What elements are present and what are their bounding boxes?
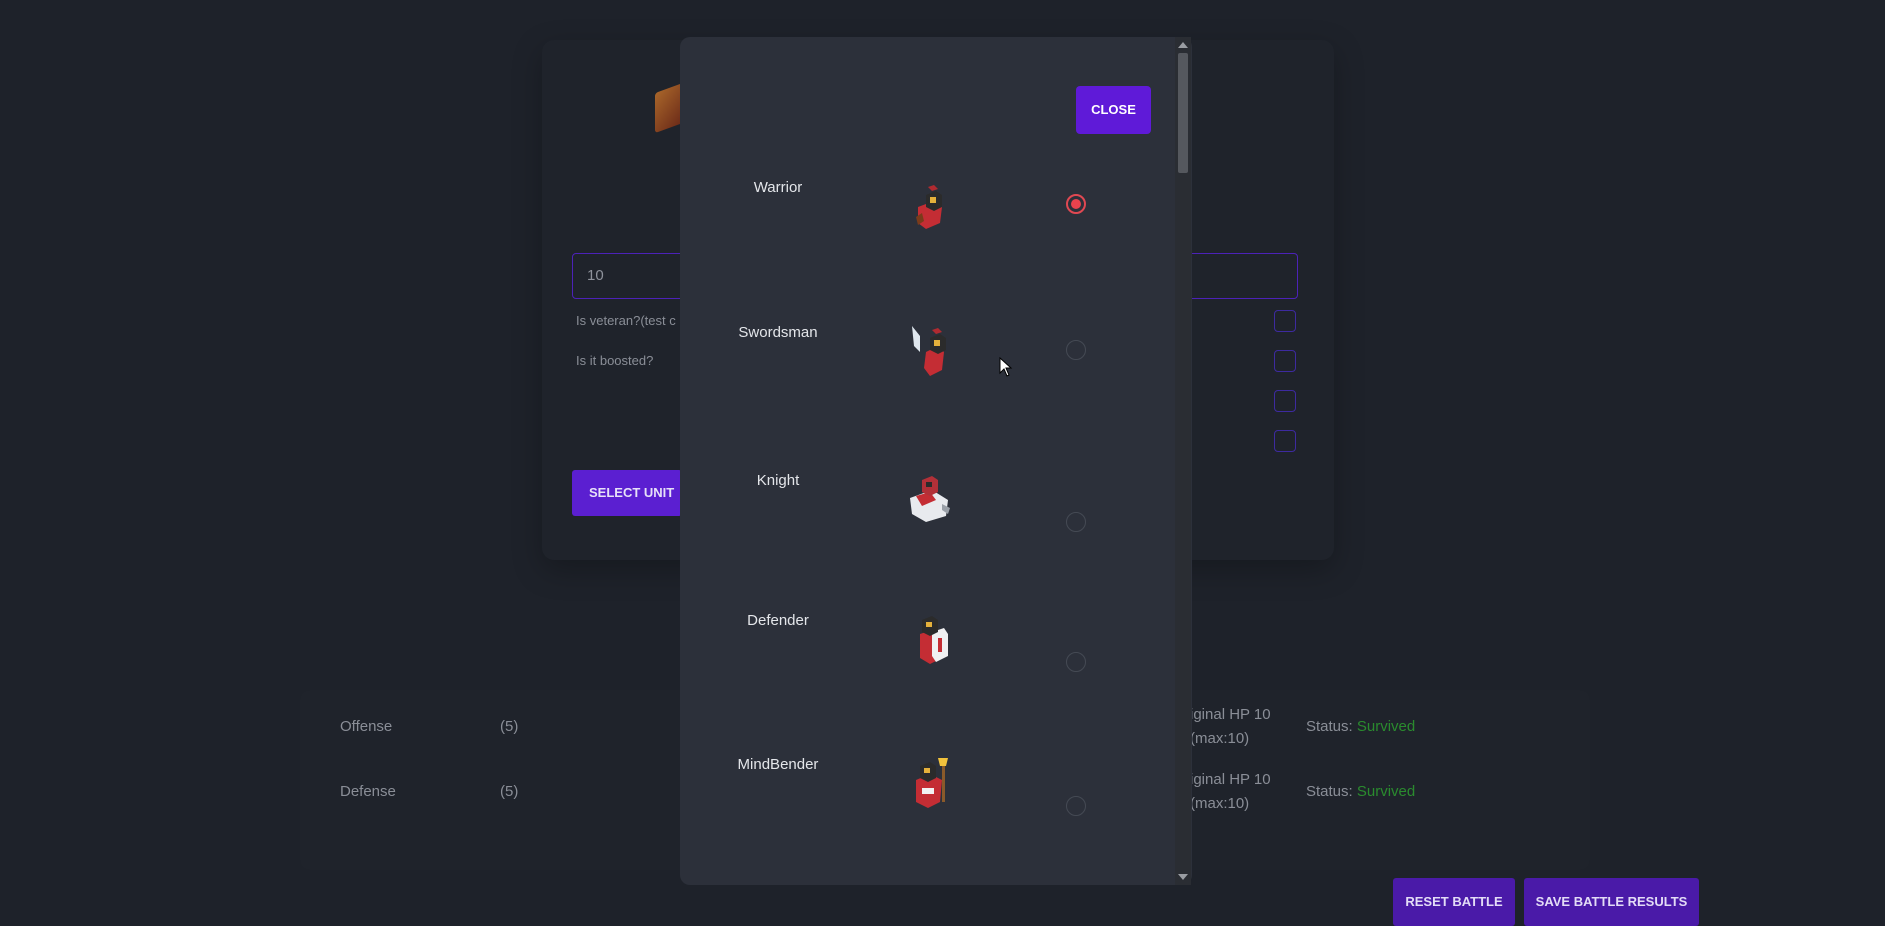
scroll-up-arrow-icon[interactable] xyxy=(1178,42,1188,48)
save-battle-results-button[interactable]: SAVE BATTLE RESULTS xyxy=(1524,878,1699,926)
knight-icon xyxy=(910,476,950,522)
unit-name: MindBender xyxy=(737,756,819,773)
unit-radio-warrior[interactable] xyxy=(1066,194,1086,214)
unit-option-swordsman[interactable]: Swordsman xyxy=(680,322,1170,442)
defense-status: Status: Survived xyxy=(1306,783,1415,800)
offense-count: (5) xyxy=(500,718,519,735)
offense-label: Offense xyxy=(340,718,393,735)
defense-label: Defense xyxy=(340,783,396,800)
veteran-label: Is veteran?(test c xyxy=(576,313,676,328)
option-checkbox-3[interactable] xyxy=(1274,390,1296,412)
boosted-label: Is it boosted? xyxy=(576,353,654,368)
status-value: Survived xyxy=(1356,718,1416,735)
status-prefix: Status: xyxy=(1306,718,1353,735)
unit-radio-knight[interactable] xyxy=(1066,512,1086,532)
unit-option-mindbender[interactable]: MindBender xyxy=(680,754,1170,864)
warrior-icon xyxy=(916,185,942,229)
defense-hp: iginal HP 10 xyxy=(1190,771,1271,788)
unit-select-modal: CLOSE Warrior Swordsman Knight Defender … xyxy=(680,37,1192,885)
status-prefix: Status: xyxy=(1306,783,1353,800)
unit-name: Defender xyxy=(747,612,809,629)
defense-hp-max: (max:10) xyxy=(1190,795,1250,812)
status-value: Survived xyxy=(1356,783,1416,800)
offense-hp-max: (max:10) xyxy=(1190,730,1250,747)
defense-count: (5) xyxy=(500,783,519,800)
unit-option-warrior[interactable]: Warrior xyxy=(680,177,1170,287)
scroll-down-arrow-icon[interactable] xyxy=(1178,874,1188,880)
mindbender-icon xyxy=(916,758,948,808)
defender-icon xyxy=(920,616,948,664)
unit-name: Swordsman xyxy=(738,324,818,341)
modal-scrollbar[interactable] xyxy=(1175,37,1191,885)
unit-name: Knight xyxy=(756,472,800,489)
offense-hp: iginal HP 10 xyxy=(1190,706,1271,723)
swordsman-icon xyxy=(912,326,946,376)
select-unit-button[interactable]: SELECT UNIT xyxy=(572,470,682,516)
unit-name: Warrior xyxy=(753,179,803,196)
unit-radio-defender[interactable] xyxy=(1066,652,1086,672)
offense-status: Status: Survived xyxy=(1306,718,1415,735)
option-checkbox-4[interactable] xyxy=(1274,430,1296,452)
scroll-thumb[interactable] xyxy=(1178,53,1188,173)
boosted-checkbox[interactable] xyxy=(1274,350,1296,372)
unit-option-defender[interactable]: Defender xyxy=(680,610,1170,720)
unit-option-knight[interactable]: Knight xyxy=(680,470,1170,580)
reset-battle-button[interactable]: RESET BATTLE xyxy=(1393,878,1515,926)
close-button[interactable]: CLOSE xyxy=(1076,86,1151,134)
veteran-checkbox[interactable] xyxy=(1274,310,1296,332)
unit-radio-swordsman[interactable] xyxy=(1066,340,1086,360)
mouse-cursor-icon xyxy=(999,357,1013,377)
unit-radio-mindbender[interactable] xyxy=(1066,796,1086,816)
